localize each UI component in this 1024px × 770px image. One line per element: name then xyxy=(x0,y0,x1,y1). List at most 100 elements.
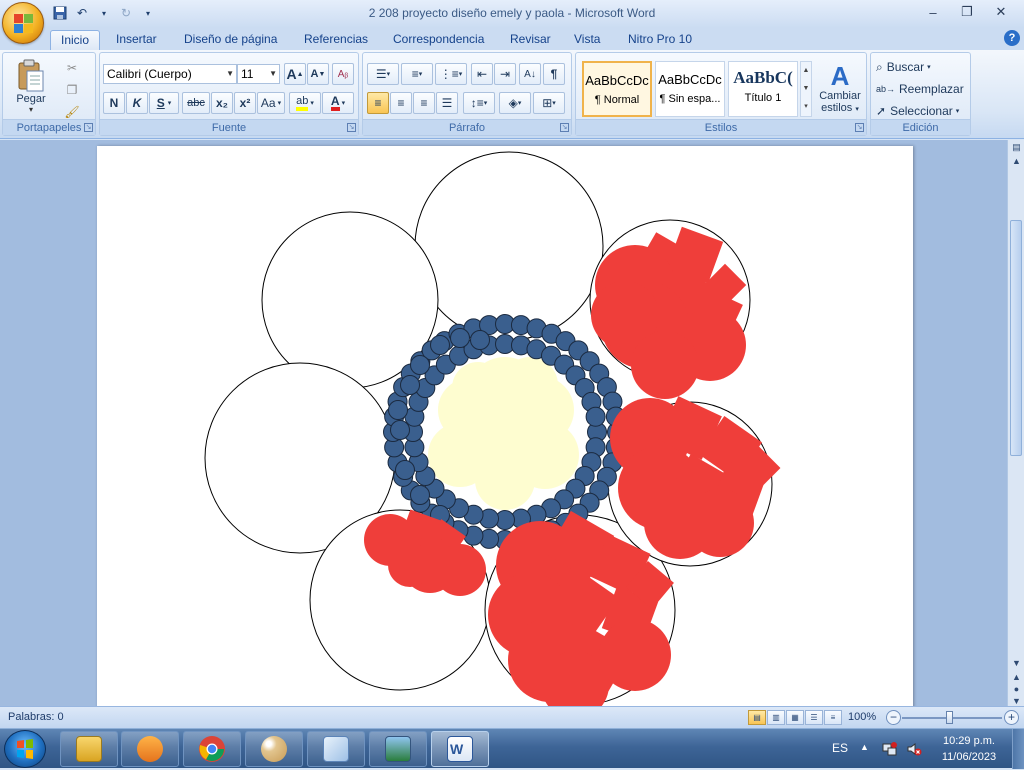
subscript-button[interactable]: x₂ xyxy=(211,92,233,114)
close-button[interactable]: ✕ xyxy=(984,2,1018,22)
font-name-select[interactable]: Calibri (Cuerpo) ▼ xyxy=(103,64,237,84)
increase-indent-icon: ⇥ xyxy=(499,67,511,81)
taskbar-explorer[interactable] xyxy=(60,731,118,767)
zoom-in-icon[interactable]: + xyxy=(1004,710,1019,725)
font-color-button[interactable]: A ▾ xyxy=(322,92,354,114)
replace-button[interactable]: ab→ Reemplazar xyxy=(875,78,967,100)
network-icon[interactable] xyxy=(882,741,898,757)
strikethrough-button[interactable]: abc xyxy=(182,92,210,114)
multilevel-list-icon: ⋮≡ xyxy=(439,67,459,81)
taskbar-media-player[interactable] xyxy=(121,731,179,767)
ruler-toggle-icon[interactable]: ▤ xyxy=(1011,142,1022,153)
align-center-button[interactable]: ≡ xyxy=(390,92,412,114)
decrease-indent-button[interactable]: ⇤ xyxy=(471,63,493,85)
style-no-spacing[interactable]: AaBbCcDc ¶ Sin espa... xyxy=(655,61,725,117)
web-layout-icon[interactable]: ▦ xyxy=(786,710,804,725)
chevron-up-icon[interactable]: ▲ xyxy=(801,62,811,80)
shading-button[interactable]: ◈ ▾ xyxy=(499,92,531,114)
tab-nitro-pro[interactable]: Nitro Pro 10 xyxy=(618,30,702,50)
tab-diseno-pagina[interactable]: Diseño de página xyxy=(174,30,287,50)
paste-label: Pegar xyxy=(16,92,46,105)
more-styles-icon[interactable]: ▾ xyxy=(801,98,811,116)
scroll-up-icon[interactable]: ▲ xyxy=(1011,156,1022,167)
group-clipboard: Pegar ▾ ✂ ❐ 🖌 Portapapeles ↘ xyxy=(2,52,96,136)
styles-gallery-scroll[interactable]: ▲ ▼ ▾ xyxy=(800,61,812,117)
language-indicator[interactable]: ES xyxy=(832,741,848,755)
bold-button[interactable]: N xyxy=(103,92,125,114)
restore-button[interactable]: ❐ xyxy=(950,2,984,22)
taskbar-photo-viewer[interactable] xyxy=(369,731,427,767)
show-desktop-button[interactable] xyxy=(1012,729,1024,769)
numbering-button[interactable]: ≡ ▾ xyxy=(401,63,433,85)
help-icon[interactable]: ? xyxy=(1004,30,1020,46)
style-heading-1[interactable]: AaBbC( Título 1 xyxy=(728,61,798,117)
copy-button[interactable]: ❐ xyxy=(61,79,83,101)
font-launcher-icon[interactable]: ↘ xyxy=(347,123,356,132)
clear-format-button[interactable]: Aᵦ xyxy=(332,63,354,85)
paste-button[interactable]: Pegar ▾ xyxy=(7,55,55,117)
find-button[interactable]: ⌕ Buscar ▾ xyxy=(875,56,967,78)
change-styles-button[interactable]: A Cambiar estilos ▾ xyxy=(816,57,864,119)
chevron-down-icon[interactable]: ▼ xyxy=(801,80,811,98)
document-page[interactable] xyxy=(97,146,913,706)
draft-view-icon[interactable]: ≡ xyxy=(824,710,842,725)
grow-font-button[interactable]: A ▲ xyxy=(284,63,306,85)
shrink-font-button[interactable]: A ▼ xyxy=(307,63,329,85)
browse-object-icon[interactable]: ● xyxy=(1011,684,1022,695)
style-normal[interactable]: AaBbCcDc ¶ Normal xyxy=(582,61,652,117)
tab-inicio[interactable]: Inicio xyxy=(50,30,101,50)
start-button[interactable] xyxy=(4,730,46,768)
paste-dropdown-icon[interactable]: ▾ xyxy=(29,105,33,114)
font-size-select[interactable]: 11 ▼ xyxy=(237,64,280,84)
show-marks-button[interactable]: ¶ xyxy=(543,63,565,85)
document-area[interactable] xyxy=(0,140,1007,706)
word-count[interactable]: Palabras: 0 xyxy=(8,711,64,723)
change-case-button[interactable]: Aa ▾ xyxy=(257,92,285,114)
minimize-button[interactable]: – xyxy=(916,2,950,22)
vertical-scrollbar[interactable]: ▤ ▲ ▼ ▲ ● ▼ xyxy=(1007,140,1024,706)
taskbar-chrome[interactable] xyxy=(183,731,241,767)
underline-button[interactable]: S ▾ xyxy=(149,92,179,114)
align-left-icon: ≡ xyxy=(374,96,382,110)
bullet-list-icon: ☰ xyxy=(375,67,387,81)
taskbar-word[interactable]: W xyxy=(431,731,489,767)
align-left-button[interactable]: ≡ xyxy=(367,92,389,114)
center-dot xyxy=(388,400,408,420)
scroll-thumb[interactable] xyxy=(1010,220,1022,456)
align-right-button[interactable]: ≡ xyxy=(413,92,435,114)
highlight-button[interactable]: ab ▾ xyxy=(289,92,321,114)
show-hidden-icons-icon[interactable]: ▲ xyxy=(860,742,869,752)
justify-button[interactable]: ☰ xyxy=(436,92,458,114)
line-spacing-button[interactable]: ↕≡ ▾ xyxy=(463,92,495,114)
italic-button[interactable]: K xyxy=(126,92,148,114)
tab-referencias[interactable]: Referencias xyxy=(294,30,378,50)
styles-launcher-icon[interactable]: ↘ xyxy=(855,123,864,132)
superscript-button[interactable]: x² xyxy=(234,92,256,114)
tab-correspondencia[interactable]: Correspondencia xyxy=(383,30,494,50)
tab-insertar[interactable]: Insertar xyxy=(106,30,167,50)
multilevel-list-button[interactable]: ⋮≡ ▾ xyxy=(435,63,467,85)
cut-button[interactable]: ✂ xyxy=(61,57,83,79)
tab-revisar[interactable]: Revisar xyxy=(500,30,561,50)
underline-icon: S xyxy=(156,96,165,110)
taskbar-paint[interactable] xyxy=(245,731,303,767)
sort-button[interactable]: A↓ xyxy=(519,63,541,85)
volume-muted-icon[interactable] xyxy=(906,741,922,757)
outline-view-icon[interactable]: ☰ xyxy=(805,710,823,725)
tab-vista[interactable]: Vista xyxy=(564,30,610,50)
paragraph-launcher-icon[interactable]: ↘ xyxy=(560,123,569,132)
zoom-slider-thumb[interactable] xyxy=(946,711,953,724)
zoom-level[interactable]: 100% xyxy=(848,711,876,723)
previous-page-icon[interactable]: ▲ xyxy=(1011,672,1022,683)
print-layout-view-icon[interactable]: ▤ xyxy=(748,710,766,725)
clipboard-launcher-icon[interactable]: ↘ xyxy=(84,123,93,132)
increase-indent-button[interactable]: ⇥ xyxy=(494,63,516,85)
taskbar-notepad[interactable] xyxy=(307,731,365,767)
bullets-button[interactable]: ☰ ▾ xyxy=(367,63,399,85)
zoom-out-icon[interactable]: − xyxy=(886,710,901,725)
scroll-down-icon[interactable]: ▼ xyxy=(1011,658,1022,669)
borders-button[interactable]: ⊞ ▾ xyxy=(533,92,565,114)
office-button[interactable] xyxy=(2,2,44,44)
full-screen-reading-icon[interactable]: ▥ xyxy=(767,710,785,725)
clock[interactable]: 10:29 p.m. 11/06/2023 xyxy=(930,733,1008,765)
